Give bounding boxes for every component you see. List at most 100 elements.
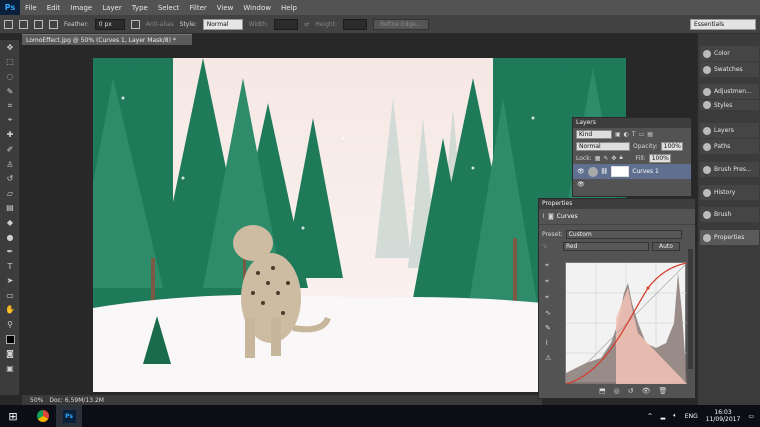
layer-mask-thumbnail[interactable] [611,166,630,177]
layer-row-next[interactable]: 👁︎ [573,179,691,189]
dock-layers[interactable]: Layers [700,123,759,138]
volume-icon[interactable]: 🔈︎ [673,412,677,420]
dock-history[interactable]: History [700,185,759,200]
properties-scrollbar[interactable] [688,249,693,369]
new-selection-icon[interactable] [19,19,28,29]
curve-point[interactable] [646,286,650,290]
zoom-level[interactable]: 50% [30,397,43,404]
antialias-checkbox[interactable] [130,19,140,29]
dock-swatches[interactable]: Swatches [700,62,759,77]
menu-edit[interactable]: Edit [42,4,66,12]
filter-type-icon[interactable]: T [632,131,636,138]
auto-button[interactable]: Auto [652,241,680,251]
marquee-tool-icon[interactable]: ⬚ [0,55,20,70]
zoom-tool-icon[interactable]: ⚲ [0,317,20,332]
subtract-selection-icon[interactable] [49,19,58,29]
tray-chevron-icon[interactable]: ^ [648,413,653,420]
visibility-eye-icon[interactable]: 👁︎ [577,181,585,188]
eyedropper-white-icon[interactable]: ⌖ [545,293,551,302]
stamp-tool-icon[interactable]: ♙ [0,157,20,172]
dock-adjustments[interactable]: Adjustmen... [700,84,759,99]
lock-position-icon[interactable]: ✥ [611,155,616,162]
layer-filter-select[interactable]: Kind [576,129,612,139]
target-adjust-icon[interactable]: ☜ [542,243,560,250]
preset-select[interactable]: Custom [565,229,682,239]
windows-start-icon[interactable]: ⊞ [0,405,26,427]
chain-link-icon[interactable]: ⛓︎ [601,168,609,175]
workspace-select[interactable]: Essentials [690,19,756,30]
height-input[interactable] [343,18,368,30]
view-previous-icon[interactable]: ◎ [614,387,620,395]
clip-to-layer-icon[interactable]: ⬒ [599,387,606,395]
photoshop-taskbar-icon[interactable]: Ps [56,405,82,427]
shape-tool-icon[interactable]: ▭ [0,288,20,303]
notifications-icon[interactable]: ▭ [748,413,754,420]
healing-brush-icon[interactable]: ✚ [0,128,20,143]
lock-transparent-icon[interactable]: ▦ [595,155,601,162]
eyedropper-black-icon[interactable]: ⌖ [545,261,551,270]
dock-brush-presets[interactable]: Brush Pres... [700,162,759,177]
quick-mask-icon[interactable]: ◙ [0,346,20,361]
language-indicator[interactable]: ENG [685,413,698,420]
visibility-eye-icon[interactable]: 👁︎ [577,168,585,175]
delete-icon[interactable]: 🗑︎ [659,387,668,395]
refine-edge-button[interactable]: Refine Edge... [373,18,429,30]
layers-panel-title[interactable]: Layers [573,118,691,128]
filter-adjust-icon[interactable]: ◐ [624,131,629,138]
menu-select[interactable]: Select [153,4,185,12]
fill-input[interactable]: 100% [648,153,671,163]
clock[interactable]: 16:03 11/09/2017 [706,409,741,423]
document-tab[interactable]: LomoEffect.jpg @ 50% (Curves 1, Layer Ma… [22,34,192,45]
menu-image[interactable]: Image [65,4,97,12]
menu-window[interactable]: Window [238,4,276,12]
screen-mode-icon[interactable]: ▣ [0,361,20,376]
blur-tool-icon[interactable]: ◆ [0,215,20,230]
feather-input[interactable]: 0 px [94,18,125,30]
dock-paths[interactable]: Paths [700,139,759,154]
menu-type[interactable]: Type [127,4,153,12]
path-select-icon[interactable]: ➤ [0,274,20,289]
width-input[interactable] [274,18,299,30]
pencil-draw-icon[interactable]: ✎ [545,324,551,332]
filter-pixel-icon[interactable]: ▣ [615,131,621,138]
pen-tool-icon[interactable]: ✒ [0,244,20,259]
swap-icon[interactable]: ⇄ [304,21,309,28]
properties-title[interactable]: Properties [539,199,695,209]
channel-select[interactable]: Red [563,241,649,251]
menu-filter[interactable]: Filter [184,4,211,12]
network-icon[interactable]: ▂ [661,413,666,420]
style-select[interactable]: Normal [202,18,243,30]
dock-brush[interactable]: Brush [700,207,759,222]
color-swatch-icon[interactable] [0,332,20,347]
edit-points-icon[interactable]: ∿ [545,309,551,317]
blend-mode-select[interactable]: Normal [576,141,630,151]
history-brush-icon[interactable]: ↺ [0,171,20,186]
lock-image-icon[interactable]: ✎ [603,155,608,162]
layer-name[interactable]: Curves 1 [632,168,659,175]
mask-icon[interactable]: ◙ [548,213,554,220]
add-selection-icon[interactable] [34,19,43,29]
dock-styles[interactable]: Styles [700,100,759,110]
opacity-input[interactable]: 100% [660,141,683,151]
menu-view[interactable]: View [212,4,239,12]
move-tool-icon[interactable]: ✥ [0,40,20,55]
eraser-icon[interactable]: ▱ [0,186,20,201]
smooth-icon[interactable]: ⌇ [545,339,551,347]
brush-tool-icon[interactable]: ✐ [0,142,20,157]
hand-tool-icon[interactable]: ✋ [0,303,20,318]
crop-tool-icon[interactable]: ⌗ [0,98,20,113]
menu-file[interactable]: File [20,4,42,12]
eyedropper-icon[interactable]: ⌖ [0,113,20,128]
chrome-icon[interactable] [30,405,56,427]
reset-icon[interactable]: ↺ [628,387,634,395]
curves-histogram[interactable] [565,262,688,385]
layer-row-curves[interactable]: 👁︎ ⛓︎ Curves 1 [573,164,691,179]
eyedropper-gray-icon[interactable]: ⌖ [545,277,551,286]
quick-select-icon[interactable]: ✎ [0,84,20,99]
visibility-icon[interactable]: 👁︎ [642,387,651,395]
lock-all-icon[interactable]: 🔒︎ [619,154,622,162]
filter-smart-icon[interactable]: ▤ [647,131,653,138]
filter-shape-icon[interactable]: ▭ [639,131,645,138]
menu-layer[interactable]: Layer [97,4,127,12]
dock-properties[interactable]: Properties [700,230,759,245]
